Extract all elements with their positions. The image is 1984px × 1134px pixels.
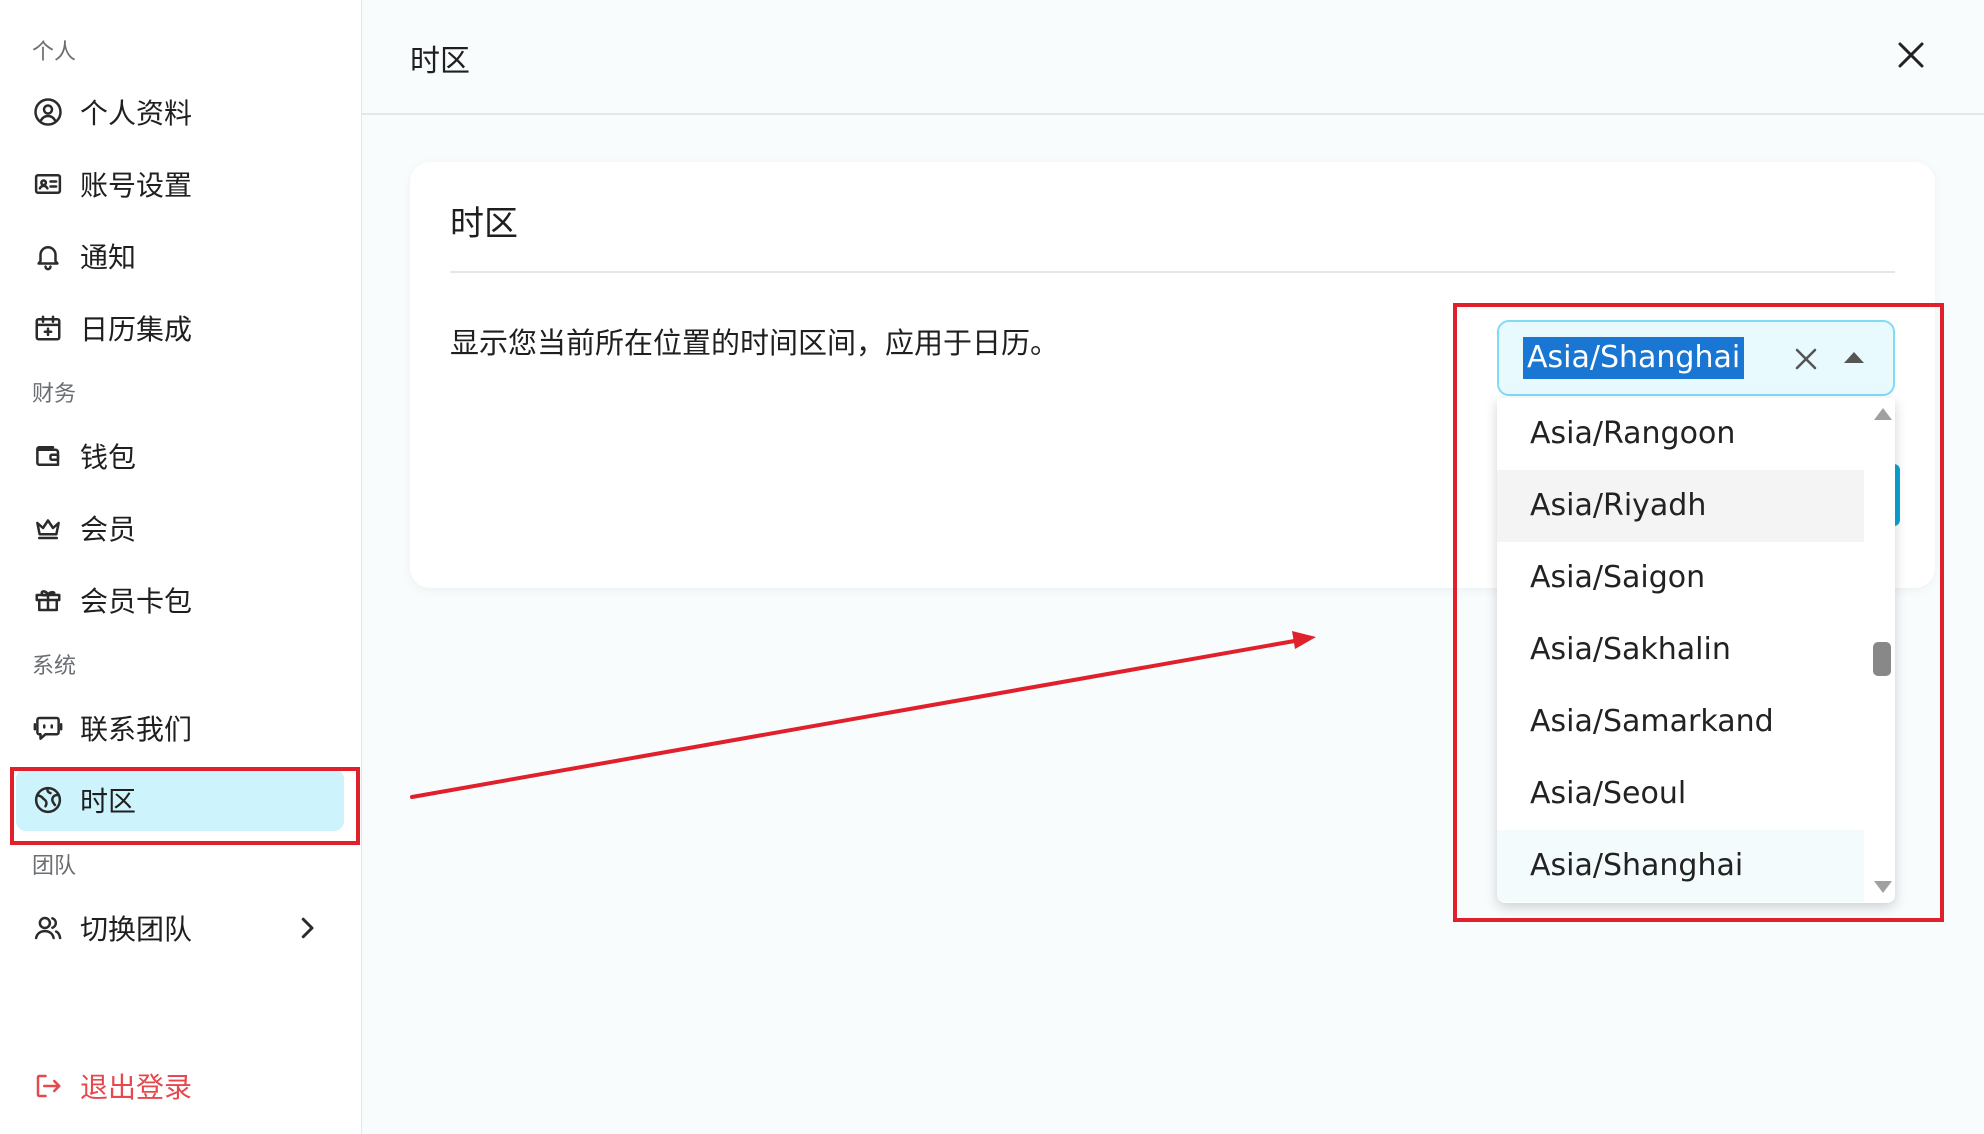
caret-up-icon[interactable]	[1844, 352, 1864, 363]
page-title: 时区	[410, 44, 470, 79]
card-description: 显示您当前所在位置的时间区间，应用于日历。	[450, 326, 1060, 360]
clear-icon	[1795, 348, 1817, 370]
dropdown-option[interactable]: Asia/Seoul	[1497, 758, 1864, 830]
sidebar-item-label: 切换团队	[80, 913, 193, 946]
close-icon	[1898, 42, 1924, 68]
dropdown-option-selected[interactable]: Asia/Shanghai	[1497, 830, 1864, 902]
sidebar-item-cards[interactable]: 会员卡包	[16, 569, 344, 631]
users-icon	[32, 912, 64, 944]
card-divider	[450, 271, 1895, 273]
dropdown-option[interactable]: Asia/Rangoon	[1497, 398, 1864, 470]
logout-label: 退出登录	[80, 1071, 193, 1104]
timezone-select-value[interactable]: Asia/Shanghai	[1523, 337, 1745, 379]
section-label-finance: 财务	[32, 382, 77, 407]
crown-icon	[32, 512, 64, 544]
calendar-plus-icon	[32, 312, 64, 344]
clear-button[interactable]	[1789, 342, 1823, 376]
scroll-up-arrow[interactable]	[1874, 408, 1892, 420]
sidebar-item-switch-team[interactable]: 切换团队	[16, 897, 344, 959]
sidebar-item-notifications[interactable]: 通知	[16, 225, 344, 287]
sidebar-item-account[interactable]: 账号设置	[16, 153, 344, 215]
sidebar-item-label: 账号设置	[80, 169, 193, 202]
globe-icon	[32, 784, 64, 816]
dropdown-option[interactable]: Asia/Saigon	[1497, 542, 1864, 614]
dropdown-option[interactable]: Asia/Riyadh	[1497, 470, 1864, 542]
sidebar-item-membership[interactable]: 会员	[16, 497, 344, 559]
chevron-right-icon	[292, 913, 322, 943]
gift-icon	[32, 584, 64, 616]
dropdown-option[interactable]: Asia/Sakhalin	[1497, 614, 1864, 686]
sidebar-item-label: 会员卡包	[80, 585, 193, 618]
sidebar-item-label: 通知	[80, 241, 137, 274]
scroll-down-arrow[interactable]	[1874, 881, 1892, 893]
logout-button[interactable]: 退出登录	[16, 1055, 344, 1117]
sidebar-item-wallet[interactable]: 钱包	[16, 425, 344, 487]
section-label-team: 团队	[32, 854, 77, 879]
sidebar-item-contact[interactable]: 联系我们	[16, 697, 344, 759]
chat-bot-icon	[32, 712, 64, 744]
sidebar-item-label: 个人资料	[80, 97, 193, 130]
close-button[interactable]	[1894, 38, 1928, 72]
sidebar-item-calendar[interactable]: 日历集成	[16, 297, 344, 359]
sidebar-item-label: 时区	[80, 785, 137, 818]
logout-icon	[32, 1070, 64, 1102]
sidebar-item-label: 会员	[80, 513, 137, 546]
wallet-icon	[32, 440, 64, 472]
user-circle-icon	[32, 96, 64, 128]
sidebar-item-label: 联系我们	[80, 713, 193, 746]
sidebar-item-label: 钱包	[80, 441, 137, 474]
sidebar: 个人 个人资料 账号设置 通知 日历集成 财务 钱包 会员 会员卡包 系统 联系…	[0, 0, 362, 1134]
bell-icon	[32, 240, 64, 272]
id-card-icon	[32, 168, 64, 200]
scroll-thumb[interactable]	[1873, 642, 1891, 676]
timezone-dropdown: Asia/Rangoon Asia/Riyadh Asia/Saigon Asi…	[1497, 398, 1895, 903]
main-header: 时区	[362, 0, 1984, 115]
section-label-system: 系统	[32, 654, 77, 679]
sidebar-item-timezone[interactable]: 时区	[16, 769, 344, 831]
sidebar-item-label: 日历集成	[80, 313, 193, 346]
card-title: 时区	[450, 204, 518, 244]
dropdown-scrollbar[interactable]	[1867, 398, 1895, 903]
section-label-personal: 个人	[32, 40, 77, 65]
dropdown-option[interactable]: Asia/Samarkand	[1497, 686, 1864, 758]
sidebar-item-profile[interactable]: 个人资料	[16, 81, 344, 143]
timezone-select[interactable]: Asia/Shanghai	[1497, 320, 1895, 396]
